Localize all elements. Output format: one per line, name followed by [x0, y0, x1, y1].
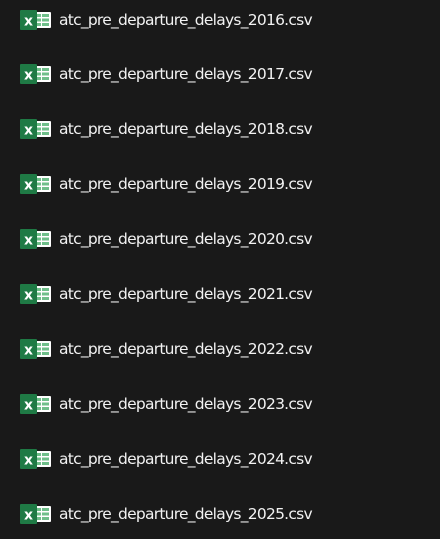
svg-text:x: x: [24, 343, 33, 359]
excel-csv-icon: x: [19, 394, 53, 414]
svg-text:x: x: [24, 453, 33, 469]
file-item[interactable]: x atc_pre_departure_delays_2016.csv: [0, 2, 440, 38]
svg-text:x: x: [24, 178, 33, 194]
excel-csv-icon: x: [19, 449, 53, 469]
excel-csv-icon: x: [19, 339, 53, 359]
file-name: atc_pre_departure_delays_2024.csv: [59, 450, 313, 468]
svg-text:x: x: [24, 508, 33, 524]
excel-csv-icon: x: [19, 10, 53, 30]
excel-csv-icon: x: [19, 64, 53, 84]
file-item[interactable]: x atc_pre_departure_delays_2018.csv: [0, 111, 440, 147]
svg-text:x: x: [24, 233, 33, 249]
svg-text:x: x: [24, 68, 33, 84]
file-name: atc_pre_departure_delays_2021.csv: [59, 285, 313, 303]
file-item[interactable]: x atc_pre_departure_delays_2021.csv: [0, 276, 440, 312]
file-name: atc_pre_departure_delays_2018.csv: [59, 120, 313, 138]
svg-text:x: x: [24, 14, 33, 30]
file-item[interactable]: x atc_pre_departure_delays_2024.csv: [0, 441, 440, 477]
svg-text:x: x: [24, 288, 33, 304]
file-name: atc_pre_departure_delays_2016.csv: [59, 11, 313, 29]
file-name: atc_pre_departure_delays_2025.csv: [59, 505, 313, 523]
file-list: x atc_pre_departure_delays_2016.csv x at…: [0, 0, 440, 539]
file-item[interactable]: x atc_pre_departure_delays_2020.csv: [0, 221, 440, 257]
excel-csv-icon: x: [19, 504, 53, 524]
file-item[interactable]: x atc_pre_departure_delays_2025.csv: [0, 496, 440, 532]
file-name: atc_pre_departure_delays_2017.csv: [59, 65, 313, 83]
file-name: atc_pre_departure_delays_2023.csv: [59, 395, 313, 413]
file-item[interactable]: x atc_pre_departure_delays_2023.csv: [0, 386, 440, 422]
excel-csv-icon: x: [19, 174, 53, 194]
excel-csv-icon: x: [19, 229, 53, 249]
excel-csv-icon: x: [19, 119, 53, 139]
svg-text:x: x: [24, 398, 33, 414]
file-item[interactable]: x atc_pre_departure_delays_2017.csv: [0, 56, 440, 92]
file-name: atc_pre_departure_delays_2019.csv: [59, 175, 313, 193]
file-item[interactable]: x atc_pre_departure_delays_2019.csv: [0, 166, 440, 202]
excel-csv-icon: x: [19, 284, 53, 304]
file-name: atc_pre_departure_delays_2022.csv: [59, 340, 313, 358]
file-name: atc_pre_departure_delays_2020.csv: [59, 230, 313, 248]
file-item[interactable]: x atc_pre_departure_delays_2022.csv: [0, 331, 440, 367]
svg-text:x: x: [24, 123, 33, 139]
